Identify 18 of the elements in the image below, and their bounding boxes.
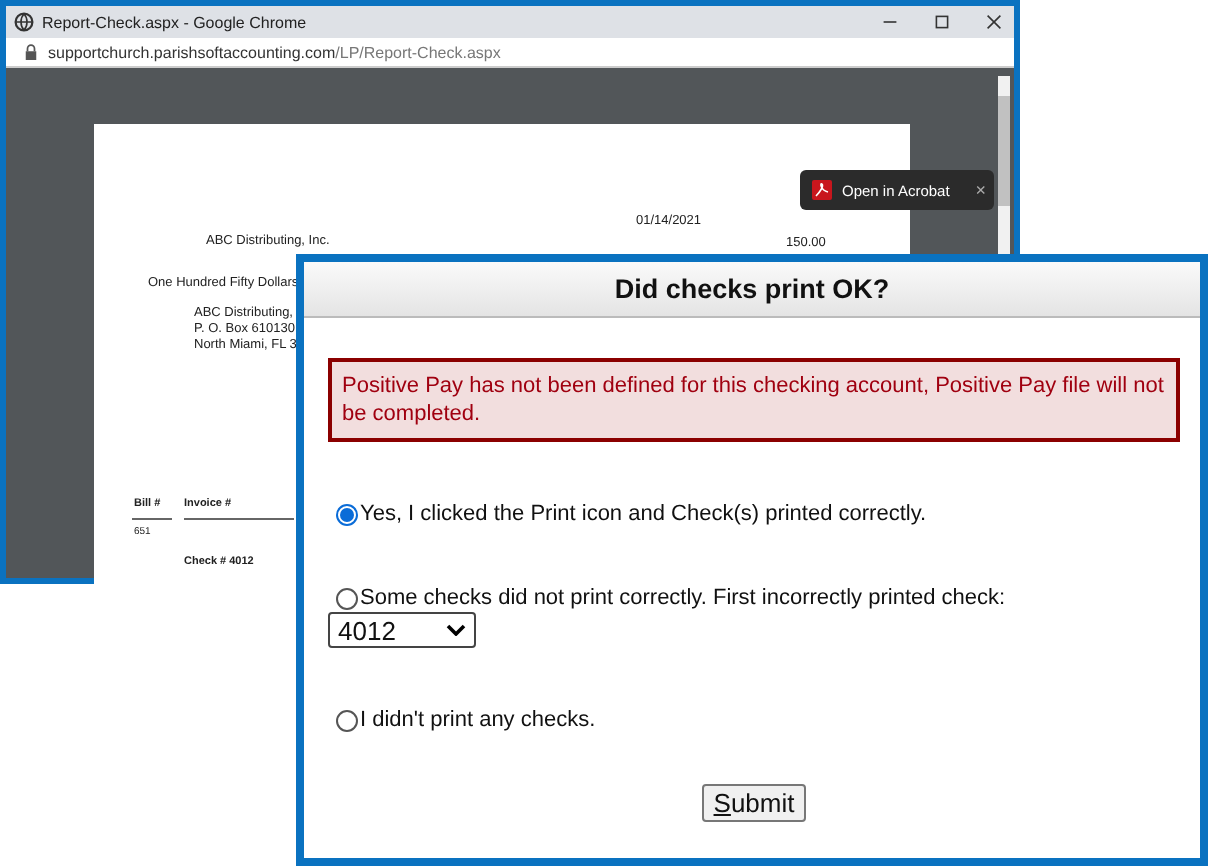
option-label[interactable]: Yes, I clicked the Print icon and Check(s) printed correctly. bbox=[360, 502, 927, 526]
dialog-title: Did checks print OK? bbox=[614, 274, 890, 304]
submit-button[interactable]: Submit bbox=[701, 784, 807, 822]
globe-icon bbox=[14, 12, 34, 32]
option-label[interactable]: Some checks did not print correctly. First incorrectly printed check: bbox=[360, 586, 1006, 610]
radio-button[interactable] bbox=[336, 503, 358, 525]
option-label[interactable]: I didn't print any checks. bbox=[360, 708, 596, 732]
window-title: Report-Check.aspx - Google Chrome bbox=[42, 13, 307, 31]
radio-button[interactable] bbox=[336, 587, 358, 609]
chevron-down-icon bbox=[446, 624, 466, 636]
lock-icon bbox=[24, 43, 38, 61]
error-message: Positive Pay has not been defined for this checking account, Positive Pay file will not be completed. bbox=[328, 358, 1180, 442]
close-icon[interactable] bbox=[986, 14, 1002, 30]
radio-button[interactable] bbox=[336, 709, 358, 731]
check-number-dropdown[interactable]: 4012 bbox=[328, 612, 476, 648]
close-icon[interactable]: × bbox=[975, 180, 986, 200]
maximize-icon[interactable] bbox=[934, 14, 950, 30]
pdf-icon bbox=[812, 180, 832, 200]
